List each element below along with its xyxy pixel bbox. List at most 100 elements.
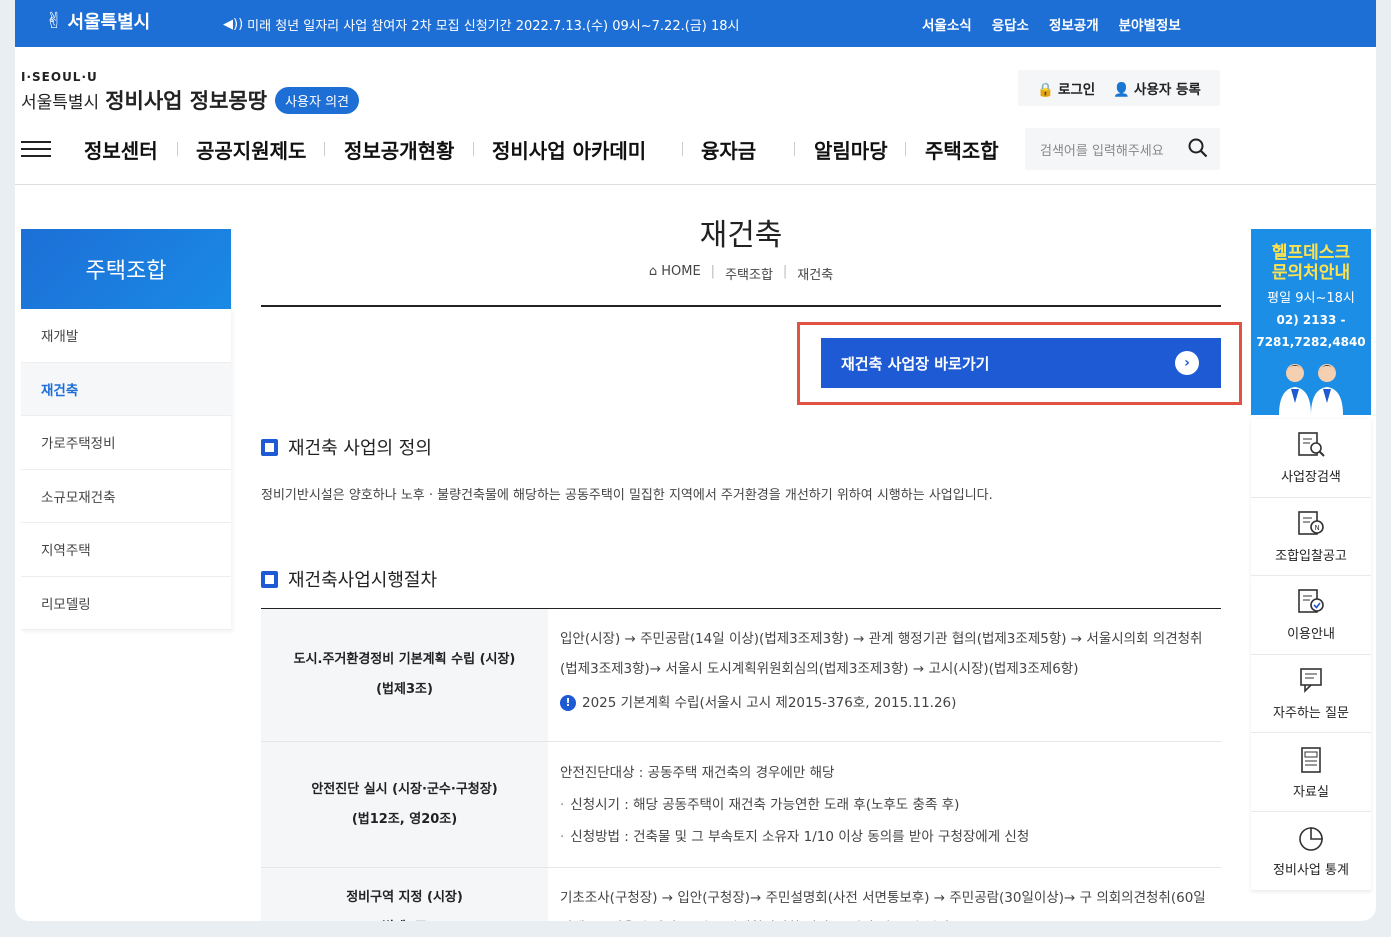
search-icon[interactable] <box>1188 138 1208 163</box>
step-title: 도시.주거환경정비 기본계획 수립 (시장) <box>293 652 516 667</box>
breadcrumb-home-label: HOME <box>661 264 701 279</box>
hamburger-menu-icon[interactable] <box>21 141 51 157</box>
section-square-icon <box>261 438 278 456</box>
title-divider <box>261 305 1221 307</box>
helpdesk-phone: 02) 2133 - <box>1276 313 1346 327</box>
step-law: (법12조, 영20조) <box>351 811 458 827</box>
notice-document-icon: N <box>1298 511 1324 535</box>
helpdesk-title: 헬프데스크 <box>1271 243 1351 263</box>
breadcrumb-current: 재건축 <box>797 268 834 283</box>
procedure-step-body: 안전진단대상 : 공동주택 재건축의 경우에만 해당 신청시기 : 해당 공동주… <box>548 742 1221 867</box>
seoul-logo-icon: ✌ <box>45 8 64 34</box>
sidebar-menu: 재개발 재건축 가로주택정비 소규모재건축 지역주택 리모델링 <box>21 309 231 630</box>
nav-academy[interactable]: 정비사업 아카데미 <box>492 135 646 164</box>
reconstruction-sites-button[interactable]: 재건축 사업장 바로가기 › <box>821 338 1221 388</box>
home-icon: ⌂ <box>648 264 658 279</box>
procedure-step-head: 안전진단 실시 (시장·군수·구청장) (법12조, 영20조) <box>261 742 548 867</box>
quick-label: 정비사업 통계 <box>1273 863 1349 879</box>
sidebar-title: 주택조합 <box>21 229 231 309</box>
top-link-disclosure[interactable]: 정보공개 <box>1049 14 1099 34</box>
list-item: 신청방법 : 건축물 및 그 부속토지 소유자 1/10 이상 동의를 받아 구… <box>560 821 1211 853</box>
sidebar-item-reconstruction[interactable]: 재건축 <box>21 362 231 416</box>
procedure-step-head: 도시.주거환경정비 기본계획 수립 (시장) (법제3조) <box>261 609 548 741</box>
quick-label: 사업장검색 <box>1281 470 1341 486</box>
guide-check-icon <box>1298 589 1324 614</box>
quick-label: 이용안내 <box>1287 627 1335 643</box>
quick-bid-notice[interactable]: N 조합입찰공고 <box>1251 497 1371 577</box>
nav-disclosure-status[interactable]: 정보공개현황 <box>344 135 454 164</box>
info-icon: ! <box>560 695 576 711</box>
procedure-step-body: 입안(시장) → 주민공람(14일 이상)(법제3조제3항) → 관계 행정기관… <box>548 609 1221 741</box>
sidebar-item-remodeling[interactable]: 리모델링 <box>21 576 231 630</box>
login-link[interactable]: 🔒 로그인 <box>1037 78 1095 98</box>
step-line: 안전진단대상 : 공동주택 재건축의 경우에만 해당 <box>560 765 835 781</box>
nav-notice[interactable]: 알림마당 <box>814 135 888 164</box>
top-link-eungdapso[interactable]: 응답소 <box>992 14 1029 34</box>
login-label: 로그인 <box>1057 82 1096 98</box>
nav-info-center[interactable]: 정보센터 <box>84 135 158 164</box>
step-line: 입안(시장) → 주민공람(14일 이상)(법제3조제3항) → 관계 행정기관… <box>560 631 1203 647</box>
step-line: 이내) → 서울시 상정 → 시 도시계획위원회 심의 → 지정 및 고시(시장… <box>560 913 1211 921</box>
top-link-news[interactable]: 서울소식 <box>922 14 972 34</box>
breadcrumb: ⌂ HOME | 주택조합 | 재건축 <box>648 264 834 283</box>
section-definition-text: 정비기반시설은 양호하나 노후 · 불량건축물에 해당하는 공동주택이 밀집한 … <box>261 488 993 503</box>
pie-chart-icon <box>1299 827 1323 852</box>
bullet-text: 신청방법 : 건축물 및 그 부속토지 소유자 1/10 이상 동의를 받아 구… <box>570 829 1030 845</box>
lock-icon: 🔒 <box>1037 82 1054 98</box>
speaker-icon: ◀)) <box>223 17 244 32</box>
sidebar-item-regional-housing[interactable]: 지역주택 <box>21 523 231 577</box>
quick-guide[interactable]: 이용안내 <box>1251 576 1371 655</box>
quick-menu: 사업장검색 N 조합입찰공고 이용안내 자주하는 질문 자료실 정비사업 통계 <box>1251 419 1371 891</box>
quick-archive[interactable]: 자료실 <box>1251 733 1371 812</box>
reconstruction-sites-label: 재건축 사업장 바로가기 <box>841 354 990 373</box>
seoul-logo-text: 서울특별시 <box>67 12 151 33</box>
helpdesk-banner[interactable]: 헬프데스크 문의처안내 평일 9시~18시 02) 2133 - 7281,72… <box>1251 229 1371 415</box>
step-line: (법제3조제3항)→ 서울시 도시계획위원회심의(법제3조제3항) → 고시(시… <box>560 661 1079 677</box>
helpdesk-subtitle: 문의처안내 <box>1271 263 1351 283</box>
user-utility: 🔒 로그인 👤 사용자 등록 <box>1018 70 1220 106</box>
top-links: 서울소식 응답소 정보공개 분야별정보 <box>922 14 1181 34</box>
quick-statistics[interactable]: 정비사업 통계 <box>1251 811 1371 891</box>
sidebar-item-street-housing[interactable]: 가로주택정비 <box>21 416 231 470</box>
section-procedure-title: 재건축사업시행절차 <box>261 566 437 592</box>
nav-loan[interactable]: 융자금 <box>701 135 756 164</box>
quick-label: 조합입찰공고 <box>1275 548 1347 564</box>
step-law: (법제4조) <box>376 913 433 922</box>
helpdesk-phone-ext: 7281,7282,4840 <box>1256 335 1366 349</box>
search-input[interactable]: 검색어를 입력해주세요 <box>1025 128 1220 170</box>
nav-public-support[interactable]: 공공지원제도 <box>196 135 306 164</box>
sidebar-item-redevelopment[interactable]: 재개발 <box>21 309 231 363</box>
register-label: 사용자 등록 <box>1134 82 1201 98</box>
seoul-logo[interactable]: ✌ 서울특별시 <box>45 8 150 34</box>
notice-ticker[interactable]: ◀)) 미래 청년 일자리 사업 참여자 2차 모집 신청기간 2022.7.1… <box>223 15 739 34</box>
document-search-icon <box>1298 432 1325 458</box>
breadcrumb-home[interactable]: ⌂ HOME <box>649 264 701 283</box>
nav-housing-union[interactable]: 주택조합 <box>925 135 999 164</box>
section-square-icon <box>261 570 278 588</box>
user-icon: 👤 <box>1113 82 1131 98</box>
procedure-step-head: 정비구역 지정 (시장) (법제4조) <box>261 868 548 921</box>
register-link[interactable]: 👤 사용자 등록 <box>1113 78 1201 98</box>
breadcrumb-housing-union[interactable]: 주택조합 <box>725 264 773 283</box>
sidebar-item-small-reconstruction[interactable]: 소규모재건축 <box>21 469 231 523</box>
table-row: 도시.주거환경정비 기본계획 수립 (시장) (법제3조) 입안(시장) → 주… <box>261 609 1221 742</box>
quick-site-search[interactable]: 사업장검색 <box>1251 419 1371 498</box>
chevron-right-icon: › <box>1175 351 1199 375</box>
brand-title: 정비사업 정보몽땅 <box>105 89 268 113</box>
section-definition-label: 재건축 사업의 정의 <box>288 438 432 459</box>
site-brand[interactable]: I·SEOUL·U 서울특별시 정비사업 정보몽땅 사용자 의견 <box>21 70 360 115</box>
feedback-badge[interactable]: 사용자 의견 <box>275 86 360 114</box>
search-placeholder: 검색어를 입력해주세요 <box>1040 143 1164 159</box>
brand-city: 서울특별시 <box>21 92 100 113</box>
list-item: 신청시기 : 해당 공동주택이 재건축 가능연한 도래 후(노후도 충족 후) <box>560 789 1211 821</box>
table-row: 정비구역 지정 (시장) (법제4조) 기초조사(구청장) → 입안(구청장)→… <box>261 868 1221 921</box>
table-row: 안전진단 실시 (시장·군수·구청장) (법12조, 영20조) 안전진단대상 … <box>261 742 1221 868</box>
quick-faq[interactable]: 자주하는 질문 <box>1251 654 1371 734</box>
staff-illustration-icon <box>1279 364 1343 415</box>
top-link-fields[interactable]: 분야별정보 <box>1119 14 1181 34</box>
iseoul-logo: I·SEOUL·U <box>21 70 98 84</box>
archive-document-icon <box>1301 746 1321 773</box>
main-nav: 정보센터 공공지원제도 정보공개현황 정비사업 아카데미 융자금 알림마당 주택… <box>15 128 1376 170</box>
procedure-table: 도시.주거환경정비 기본계획 수립 (시장) (법제3조) 입안(시장) → 주… <box>261 609 1221 921</box>
helpdesk-hours: 평일 9시~18시 <box>1267 291 1355 306</box>
